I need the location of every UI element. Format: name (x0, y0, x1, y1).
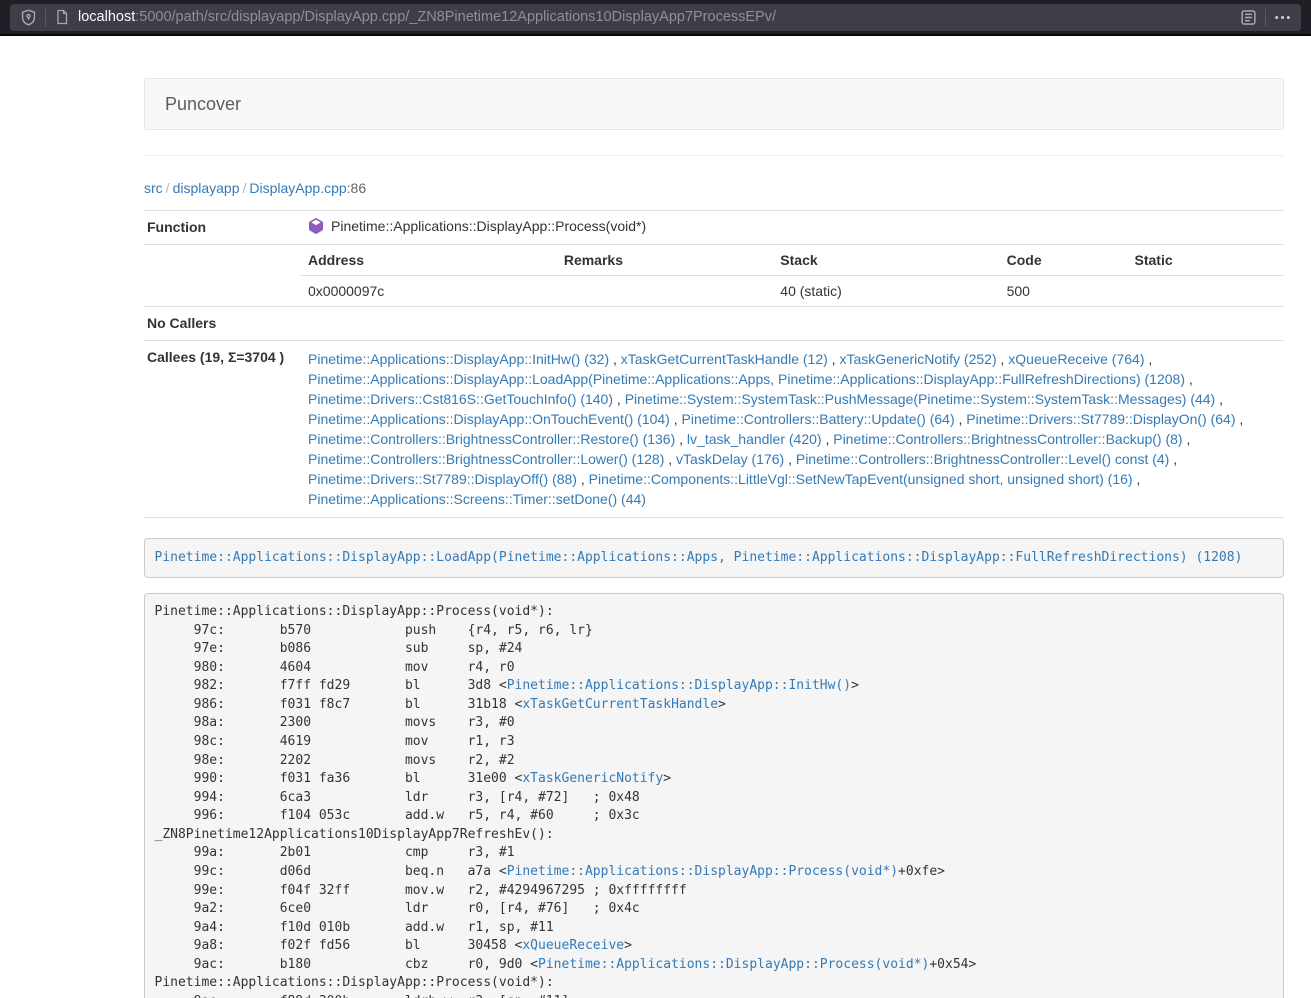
col-code: Code (999, 245, 1127, 276)
breadcrumb-separator: / (240, 180, 250, 196)
callee-separator: , (997, 351, 1009, 367)
package-icon (308, 218, 324, 234)
symbol-link[interactable]: Pinetime::Applications::DisplayApp::Proc… (538, 957, 929, 972)
divider (1265, 9, 1266, 26)
symbol-link[interactable]: xTaskGetCurrentTaskHandle (522, 697, 718, 712)
selected-callee-link[interactable]: Pinetime::Applications::DisplayApp::Load… (155, 550, 1243, 565)
breadcrumb: src/displayapp/DisplayApp.cpp:86 (144, 181, 1284, 196)
callee-link[interactable]: Pinetime::Drivers::Cst816S::GetTouchInfo… (308, 391, 613, 407)
url-path: :5000/path/src/displayapp/DisplayApp.cpp… (135, 9, 776, 25)
callee-separator: , (1185, 371, 1193, 387)
page-icon (54, 9, 70, 25)
col-stack: Stack (772, 245, 998, 276)
callee-link[interactable]: Pinetime::Drivers::St7789::DisplayOff() … (308, 471, 577, 487)
callee-separator: , (1236, 411, 1244, 427)
callee-link[interactable]: Pinetime::Applications::DisplayApp::OnTo… (308, 411, 670, 427)
details-header-row: Address Remarks Stack Code Static (300, 245, 1284, 276)
table-row: 0x0000097c 40 (static) 500 (300, 276, 1284, 307)
app-brand[interactable]: Puncover (145, 79, 261, 129)
code-size-value: 500 (999, 276, 1127, 307)
more-icon[interactable] (1274, 9, 1291, 26)
address-bar[interactable]: localhost:5000/path/src/displayapp/Displ… (10, 4, 1301, 31)
reader-mode-icon[interactable] (1240, 9, 1257, 26)
shield-icon[interactable] (20, 9, 37, 26)
callers-row: No Callers (144, 307, 1284, 341)
remarks-value (556, 276, 772, 307)
function-row: Function Pinetime::Applications::Display… (144, 211, 1284, 245)
breadcrumb-link[interactable]: src (144, 180, 163, 196)
callee-separator: , (613, 391, 625, 407)
callee-link[interactable]: vTaskDelay (176) (676, 451, 784, 467)
callee-separator: , (664, 451, 676, 467)
callee-link[interactable]: Pinetime::Applications::DisplayApp::Load… (308, 371, 1185, 387)
callee-separator: , (577, 471, 589, 487)
function-name-cell: Pinetime::Applications::DisplayApp::Proc… (300, 211, 1284, 245)
url[interactable]: localhost:5000/path/src/displayapp/Displ… (78, 9, 1232, 25)
callee-separator: , (1215, 391, 1223, 407)
callee-link[interactable]: Pinetime::Drivers::St7789::DisplayOn() (… (966, 411, 1235, 427)
static-value (1127, 276, 1284, 307)
browser-toolbar: localhost:5000/path/src/displayapp/Displ… (0, 0, 1311, 36)
function-row-label: Function (144, 211, 300, 245)
page-content: Puncover src/displayapp/DisplayApp.cpp:8… (144, 78, 1284, 998)
callee-separator: , (955, 411, 967, 427)
function-name: Pinetime::Applications::DisplayApp::Proc… (331, 218, 646, 234)
callee-link[interactable]: Pinetime::Applications::DisplayApp::Init… (308, 351, 609, 367)
callees-list: Pinetime::Applications::DisplayApp::Init… (300, 341, 1284, 518)
callee-link[interactable]: Pinetime::Applications::Screens::Timer::… (308, 491, 646, 507)
callee-separator: , (784, 451, 796, 467)
callee-link[interactable]: Pinetime::Controllers::Battery::Update()… (682, 411, 955, 427)
callee-link[interactable]: xTaskGenericNotify (252) (839, 351, 996, 367)
symbol-link[interactable]: Pinetime::Applications::DisplayApp::Proc… (507, 864, 898, 879)
callee-separator: , (675, 431, 687, 447)
callee-separator: , (1133, 471, 1141, 487)
callee-link[interactable]: lv_task_handler (420) (687, 431, 822, 447)
callee-separator: , (828, 351, 840, 367)
selected-callee-box: Pinetime::Applications::DisplayApp::Load… (144, 538, 1284, 578)
breadcrumb-link[interactable]: displayapp (173, 180, 240, 196)
col-static: Static (1127, 245, 1284, 276)
callee-link[interactable]: Pinetime::Controllers::BrightnessControl… (796, 451, 1169, 467)
callee-link[interactable]: Pinetime::Controllers::BrightnessControl… (833, 431, 1182, 447)
symbol-link[interactable]: Pinetime::Applications::DisplayApp::Init… (507, 678, 851, 693)
callee-separator: , (1169, 451, 1177, 467)
callee-separator: , (1144, 351, 1152, 367)
symbol-link[interactable]: xTaskGenericNotify (522, 771, 663, 786)
symbol-table: Function Pinetime::Applications::Display… (144, 210, 1284, 518)
col-remarks: Remarks (556, 245, 772, 276)
callees-row: Callees (19, Σ=3704 ) Pinetime::Applicat… (144, 341, 1284, 518)
callee-link[interactable]: Pinetime::System::SystemTask::PushMessag… (625, 391, 1216, 407)
divider (45, 9, 46, 26)
callee-link[interactable]: Pinetime::Components::LittleVgl::SetNewT… (589, 471, 1133, 487)
breadcrumb-link[interactable]: DisplayApp.cpp (249, 180, 346, 196)
breadcrumb-separator: / (163, 180, 173, 196)
callee-link[interactable]: Pinetime::Controllers::BrightnessControl… (308, 451, 664, 467)
details-row: Address Remarks Stack Code Static 0x0000… (144, 245, 1284, 307)
no-callers-label: No Callers (144, 307, 300, 341)
disassembly-listing: Pinetime::Applications::DisplayApp::Proc… (144, 593, 1284, 998)
stack-value: 40 (static) (772, 276, 998, 307)
breadcrumb-line-number: :86 (347, 180, 366, 196)
callee-link[interactable]: xQueueReceive (764) (1008, 351, 1144, 367)
function-details-table: Address Remarks Stack Code Static 0x0000… (300, 245, 1284, 306)
navbar: Puncover (144, 78, 1284, 130)
callee-separator: , (670, 411, 682, 427)
divider (144, 155, 1284, 156)
address-value: 0x0000097c (300, 276, 556, 307)
url-host: localhost (78, 9, 135, 25)
callee-separator: , (609, 351, 621, 367)
callee-separator: , (1183, 431, 1191, 447)
callee-link[interactable]: Pinetime::Controllers::BrightnessControl… (308, 431, 675, 447)
symbol-link[interactable]: xQueueReceive (522, 938, 624, 953)
col-address: Address (300, 245, 556, 276)
callee-separator: , (822, 431, 834, 447)
callee-link[interactable]: xTaskGetCurrentTaskHandle (12) (621, 351, 828, 367)
callees-label: Callees (19, Σ=3704 ) (144, 341, 300, 518)
